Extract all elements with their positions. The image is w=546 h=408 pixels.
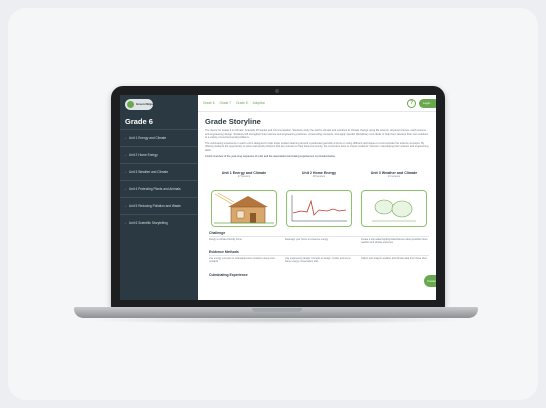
grade-title: Grade 6	[125, 117, 153, 126]
tab-adoption[interactable]: Adoption	[253, 101, 266, 105]
unit-column-lessons: 21 lessons	[387, 175, 401, 178]
laptop-screen: Green Ninja Grade 6 › Unit 1 Energy and C…	[120, 95, 436, 300]
sidebar-item-unit-1[interactable]: › Unit 1 Energy and Climate	[120, 129, 198, 146]
tab-grade-8[interactable]: Grade 8	[236, 101, 248, 105]
unit-column-lessons: 28 lessons	[312, 175, 326, 178]
unit-list: › Unit 1 Energy and Climate › Unit 2 Home …	[120, 129, 198, 231]
unit-column-lessons: 27 lessons	[237, 175, 251, 178]
sidebar-item-label: Unit 2 Home Energy	[129, 153, 158, 157]
tab-grade-6[interactable]: Grade 6	[203, 101, 215, 105]
sidebar-item-unit-2[interactable]: › Unit 2 Home Energy	[120, 146, 198, 163]
culminating-heading: Culminating Experience	[209, 273, 248, 277]
evidence-row: Use energy concepts to evaluate/present …	[209, 257, 429, 263]
energy-graph-image[interactable]	[286, 190, 352, 227]
challenge-row: Design a climate-friendly home Redesign …	[209, 238, 429, 244]
weather-illustration-image[interactable]	[361, 190, 427, 227]
top-nav-bar: Grade 6 Grade 7 Grade 8 Adoption ? Login	[198, 95, 436, 112]
page-title: Grade Storyline	[205, 117, 261, 126]
divider	[209, 255, 429, 256]
sidebar-item-label: Unit 4 Protecting Plants and Animals	[129, 187, 181, 191]
intro-paragraph-2: The culminating experience in each unit …	[205, 141, 429, 152]
unit-columns: Unit 1 Energy and Climate 27 lessons Uni…	[209, 171, 429, 178]
sidebar-item-unit-5[interactable]: › Unit 5 Reducing Pollution and Waste	[120, 197, 198, 214]
overview-note: A brief overview of the year-long sequen…	[205, 154, 336, 158]
sidebar-item-label: Unit 3 Weather and Climate	[129, 170, 169, 174]
table-cell: Create a drip-watering/dehydrated/device…	[361, 238, 428, 245]
table-cell: Redesign your home to conserve energy	[285, 238, 329, 241]
table-cell: Use engineering design concepts to desig…	[285, 257, 351, 264]
laptop-lid: Green Ninja Grade 6 › Unit 1 Energy and C…	[111, 86, 445, 308]
sidebar-item-label: Unit 1 Energy and Climate	[129, 136, 167, 140]
house-illustration-image[interactable]	[211, 190, 277, 227]
intro-paragraph: The theme for Grade 6 is Climate: Scient…	[205, 129, 429, 140]
chevron-right-icon: ›	[125, 187, 126, 191]
logo-text: Green Ninja	[136, 102, 153, 106]
sidebar-item-unit-3[interactable]: › Unit 3 Weather and Climate	[120, 163, 198, 180]
logo[interactable]: Green Ninja	[125, 99, 153, 110]
challenge-heading: Challenge	[209, 231, 226, 235]
chevron-right-icon: ›	[125, 170, 126, 174]
sidebar: Green Ninja Grade 6 › Unit 1 Energy and C…	[120, 95, 198, 300]
chevron-right-icon: ›	[125, 221, 126, 225]
unit-column-2[interactable]: Unit 2 Home Energy 28 lessons	[284, 171, 354, 178]
chevron-right-icon: ›	[125, 153, 126, 157]
chevron-right-icon: ›	[125, 204, 126, 208]
sidebar-item-label: Unit 5 Reducing Pollution and Waste	[129, 204, 181, 208]
webcam-icon	[275, 89, 279, 93]
table-cell: Collect and analyze weather and climate …	[361, 257, 427, 260]
contact-button[interactable]: Contact	[424, 275, 436, 287]
divider	[209, 236, 429, 237]
sidebar-item-label: Unit 6 Scientific Storytelling	[129, 221, 168, 225]
help-icon[interactable]: ?	[407, 99, 416, 108]
table-cell: Design a climate-friendly home	[209, 238, 242, 241]
unit-column-3[interactable]: Unit 3 Weather and Climate 21 lessons	[359, 171, 429, 178]
laptop-notch	[252, 308, 302, 312]
unit-column-1[interactable]: Unit 1 Energy and Climate 27 lessons	[209, 171, 279, 178]
sidebar-item-unit-6[interactable]: › Unit 6 Scientific Storytelling	[120, 214, 198, 231]
table-cell: Use energy concepts to evaluate/present …	[209, 257, 275, 264]
evidence-heading: Evidence Methods	[209, 250, 239, 254]
login-button[interactable]: Login	[419, 99, 436, 108]
ninja-logo-icon	[127, 101, 134, 108]
tab-grade-7[interactable]: Grade 7	[220, 101, 232, 105]
main-content: Grade Storyline The theme for Grade 6 is…	[205, 117, 429, 160]
chevron-right-icon: ›	[125, 136, 126, 140]
sidebar-item-unit-4[interactable]: › Unit 4 Protecting Plants and Animals	[120, 180, 198, 197]
grade-tabs: Grade 6 Grade 7 Grade 8 Adoption	[203, 101, 265, 105]
